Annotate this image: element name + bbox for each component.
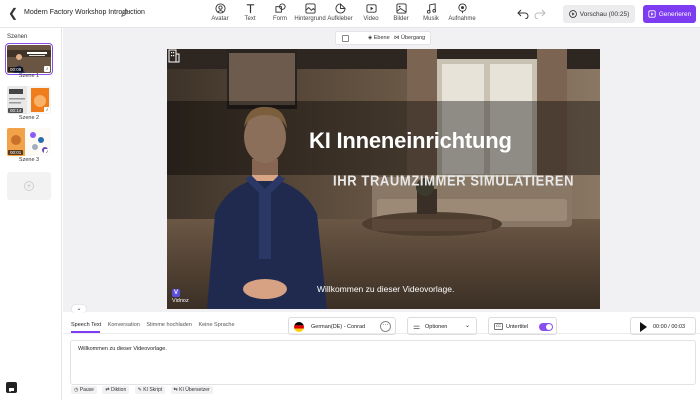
play-icon[interactable] (640, 322, 647, 332)
background-icon (304, 3, 316, 14)
preview-button[interactable]: Vorschau (00:25) (563, 5, 635, 23)
play-circle-icon (568, 10, 577, 18)
chevron-down-icon: ⌄ (464, 323, 470, 329)
script-text[interactable]: Willkommen zu dieser Videovorlage. (78, 346, 167, 352)
subtitle-icon: CC (494, 323, 503, 330)
ai-translator-button[interactable]: ⇆ KI Übersetzer (170, 386, 213, 394)
tool-images[interactable]: Bilder (384, 3, 418, 25)
redo-icon[interactable] (534, 7, 546, 19)
tab-no-speech[interactable]: Keine Sprache (198, 322, 234, 328)
scene-thumb-2[interactable]: 00:14 ♪ (7, 86, 51, 114)
building-icon[interactable] (167, 49, 181, 63)
transition-button[interactable]: ⋈ Übergang (394, 35, 425, 41)
clock-icon: ◷ (74, 387, 79, 393)
diction-icon: ⇄ (105, 387, 110, 393)
subtitle-toggle-box: CC Untertitel (488, 317, 557, 335)
more-icon[interactable]: ··· (380, 321, 391, 332)
scene-duration: 00:09 (8, 67, 24, 72)
script-tools: ◷ Pause ⇄ Diktion ✎ KI Skript ⇆ KI Übers… (71, 386, 217, 394)
back-icon[interactable]: ❮ (8, 7, 18, 19)
tab-upload-voice[interactable]: Stimme hochladen (146, 322, 192, 328)
scene-label: Szene 2 (18, 115, 40, 121)
layer-button[interactable]: ◈ Ebene (368, 35, 390, 41)
tool-text[interactable]: Text (233, 3, 267, 25)
tool-avatar[interactable]: Avatar (203, 3, 237, 25)
scene-thumb-1[interactable]: 00:09 ♪ (5, 43, 53, 75)
video-subtitle[interactable]: IHR TRAUMZIMMER SIMULATIEREN (333, 172, 593, 189)
script-textarea[interactable]: Willkommen zu dieser Videovorlage. (70, 340, 696, 385)
music-note-icon: ♪ (44, 107, 50, 113)
audio-preview[interactable]: 00:00 / 00:03 (630, 317, 696, 335)
speech-tabs: Speech Text Konversation Stimme hochlade… (71, 322, 240, 328)
scenes-title: Szenen (7, 34, 28, 40)
canvas-toolbar: ◈ Ebene ⋈ Übergang (335, 31, 431, 45)
video-icon (365, 4, 377, 13)
options-label: Optionen (425, 324, 448, 330)
tool-form[interactable]: Form (263, 3, 297, 25)
avatar-icon (214, 3, 226, 14)
ai-script-button[interactable]: ✎ KI Skript (134, 386, 166, 394)
music-icon (426, 3, 436, 14)
voice-name: German(DE) - Conrad (311, 324, 366, 330)
record-icon (457, 3, 467, 14)
video-caption[interactable]: Willkommen zu dieser Videovorlage. (317, 284, 454, 294)
tab-conversation[interactable]: Konversation (108, 322, 140, 328)
edit-icon[interactable] (121, 9, 129, 17)
editor-app: ❮ Modern Factory Workshop Introduction A… (0, 0, 700, 400)
tool-record[interactable]: Aufnahme (445, 3, 479, 25)
scene-thumb-3[interactable]: 00:01 ♪ (7, 128, 51, 156)
sticker-icon (334, 3, 346, 14)
scene-label: Szene 1 (18, 73, 40, 79)
pause-button[interactable]: ◷ Pause (71, 386, 97, 394)
top-toolbar: ❮ Modern Factory Workshop Introduction A… (0, 0, 700, 28)
shape-icon (274, 3, 286, 13)
chevron-down-icon: ⌄ (76, 306, 82, 312)
tool-sticker[interactable]: Aufkleber (323, 3, 357, 25)
subtitle-label: Untertitel (506, 324, 529, 330)
color-swatch[interactable] (342, 35, 349, 42)
video-stage[interactable]: KI Inneneinrichtung IHR TRAUMZIMMER SIMU… (167, 49, 600, 309)
scene-label: Szene 3 (18, 157, 40, 163)
diction-button[interactable]: ⇄ Diktion (102, 386, 130, 394)
image-icon (395, 3, 407, 14)
collapse-panel-button[interactable]: ⌄ (72, 305, 86, 313)
tool-music[interactable]: Musik (414, 3, 448, 25)
tool-video[interactable]: Video (354, 3, 388, 25)
scene-duration: 00:01 (8, 150, 24, 155)
generate-button[interactable]: Generieren (643, 5, 696, 23)
translate-icon: ⇆ (173, 387, 178, 393)
tab-speech-text[interactable]: Speech Text (71, 322, 101, 328)
watermark: V Vidnoz (172, 289, 189, 304)
generate-icon (648, 10, 656, 18)
options-dropdown[interactable]: ⚌ Optionen ⌄ (407, 317, 477, 335)
plus-icon: + (24, 181, 34, 191)
transition-icon: ⋈ (394, 35, 400, 41)
audio-time: 00:00 / 00:03 (653, 324, 686, 330)
text-icon (246, 4, 254, 14)
vidnoz-logo-icon: V (172, 289, 180, 297)
help-chat-icon[interactable] (6, 382, 17, 393)
add-scene-button[interactable]: + (7, 172, 51, 200)
germany-flag-icon (294, 322, 304, 332)
ai-script-icon: ✎ (137, 387, 142, 393)
scene-sidebar: Szenen 00:09 ♪ Szene 1 00:14 ♪ Szene 2 0… (0, 28, 62, 400)
sliders-icon: ⚌ (413, 322, 421, 331)
undo-icon[interactable] (517, 7, 529, 19)
scene-duration: 00:14 (8, 108, 24, 113)
subtitle-toggle[interactable] (539, 323, 553, 331)
tool-background[interactable]: Hintergrund (293, 3, 327, 25)
layers-icon: ◈ (368, 35, 373, 41)
video-title[interactable]: KI Inneneinrichtung (309, 128, 579, 154)
music-note-icon: ♪ (44, 149, 50, 155)
voice-selector[interactable]: German(DE) - Conrad ··· (288, 317, 396, 335)
music-note-icon: ♪ (44, 66, 50, 72)
